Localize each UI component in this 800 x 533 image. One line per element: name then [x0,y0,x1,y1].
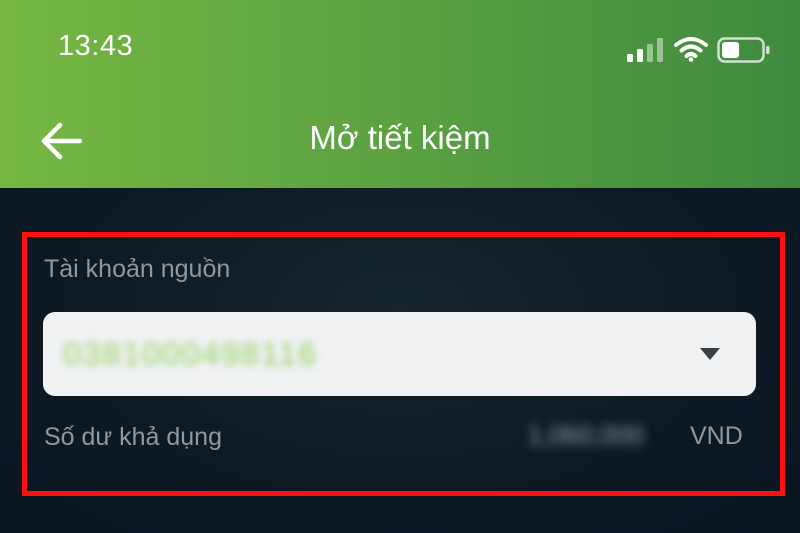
battery-icon [717,37,770,63]
balance-currency: VND [690,422,743,450]
source-account-value: 0381000498116 [63,336,318,372]
caret-down-icon [700,348,720,360]
wifi-icon [674,37,708,62]
cellular-signal-icon [627,38,663,62]
available-balance-label: Số dư khả dụng [44,423,222,451]
page-title: Mở tiết kiệm [309,119,491,156]
status-time: 13:43 [58,30,134,62]
source-account-label: Tài khoản nguồn [44,255,231,283]
source-account-dropdown[interactable]: 0381000498116 [43,312,756,396]
app-header: 13:43 Mở tiết kiệm [0,0,800,188]
available-balance-amount: 1,060,000 [528,420,644,450]
